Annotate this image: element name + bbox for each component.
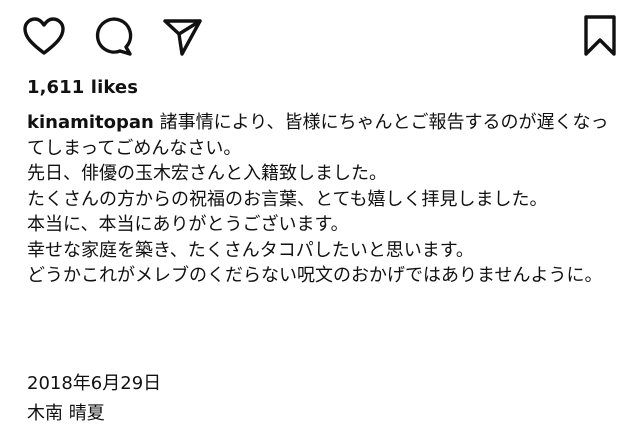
post-caption: kinamitopan 諸事情により、皆様にちゃんとご報告するのが遅くなってしま… (27, 110, 617, 289)
caption-line: 本当に、本当にありがとうございます。 (27, 214, 349, 235)
bookmark-icon[interactable] (582, 14, 618, 58)
caption-line: どうかこれがメレブのくだらない呪文のおかげではありませんように。 (27, 265, 603, 286)
username-link[interactable]: kinamitopan (27, 112, 154, 133)
caption-line: 幸せな家庭を築き、たくさんタコパしたいと思います。 (27, 239, 474, 261)
comment-icon[interactable] (93, 16, 135, 58)
likes-count[interactable]: 1,611 likes (27, 77, 138, 98)
share-icon[interactable] (162, 16, 204, 58)
heart-icon[interactable] (22, 16, 66, 56)
caption-line: たくさんの方からの祝福のお言葉、とても嬉しく拝見しました。 (27, 188, 548, 210)
caption-line: 先日、俳優の玉木宏さんと入籍致しました。 (27, 163, 387, 184)
post-date: 2018年6月29日 (27, 373, 162, 394)
post-action-bar (0, 0, 639, 70)
caption-first-paragraph: kinamitopan 諸事情により、皆様にちゃんとご報告するのが遅くなってしま… (27, 110, 617, 161)
author-signature: 木南 晴夏 (27, 403, 105, 424)
